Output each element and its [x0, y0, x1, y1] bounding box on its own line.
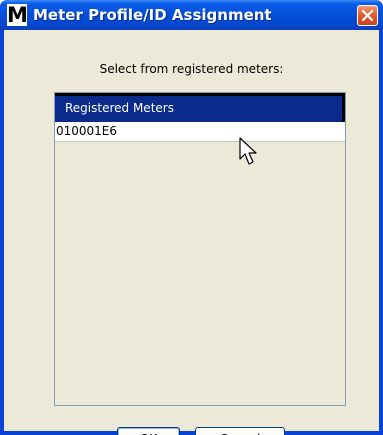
window-title: Meter Profile/ID Assignment	[33, 6, 272, 24]
dialog-body: Select from registered meters: Registere…	[4, 30, 379, 435]
list-item[interactable]: 010001E6	[55, 122, 345, 142]
close-icon	[362, 10, 373, 21]
registered-meters-list[interactable]: Registered Meters 010001E6	[54, 92, 346, 406]
title-bar[interactable]: M Meter Profile/ID Assignment	[0, 0, 383, 30]
cancel-button[interactable]: Cancel	[195, 427, 285, 435]
list-header-label: Registered Meters	[65, 101, 174, 115]
close-button[interactable]	[357, 5, 378, 26]
app-icon: M	[7, 3, 28, 27]
list-header[interactable]: Registered Meters	[55, 93, 345, 122]
dialog-window: M Meter Profile/ID Assignment Select fro…	[0, 0, 383, 435]
prompt-label: Select from registered meters:	[99, 62, 284, 76]
list-item-label: 010001E6	[56, 124, 118, 138]
mouse-pointer-icon	[239, 137, 257, 165]
ok-button[interactable]: OK	[117, 427, 180, 435]
